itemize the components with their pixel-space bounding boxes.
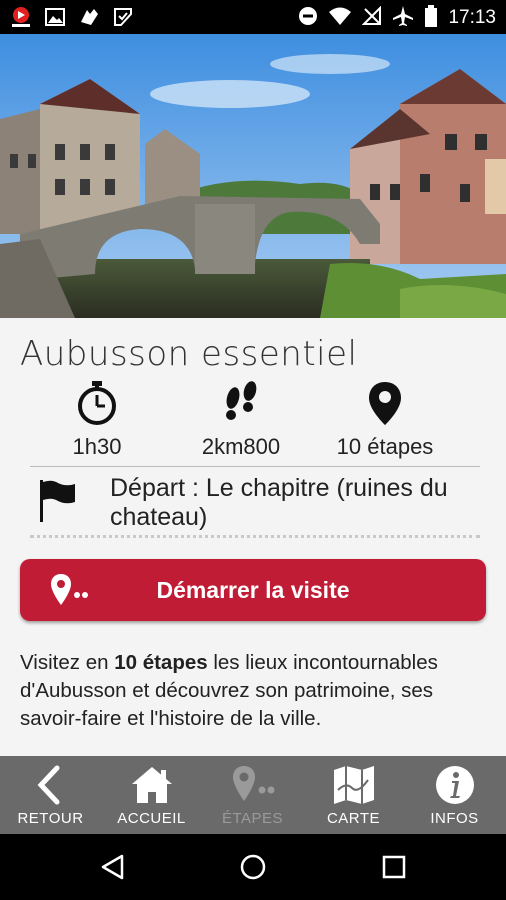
- divider: [30, 466, 480, 467]
- tour-description: Visitez en 10 étapes les lieux incontour…: [20, 649, 490, 733]
- nav-map-label: CARTE: [326, 810, 381, 827]
- nav-map[interactable]: CARTE: [303, 756, 404, 834]
- nav-home[interactable]: ACCUEIL: [101, 756, 202, 834]
- do-not-disturb-icon: [298, 6, 318, 30]
- distance-value: 2km800: [201, 434, 281, 459]
- system-back-icon[interactable]: [100, 854, 126, 884]
- image-icon: [44, 6, 66, 28]
- start-visit-label: Démarrer la visite: [156, 577, 350, 603]
- map-icon: [303, 764, 404, 806]
- duration-value: 1h30: [72, 434, 122, 459]
- system-nav-bar: [0, 834, 506, 900]
- departure-text: Départ : Le chapitre (ruines du chateau): [110, 474, 448, 531]
- page-title: Aubusson essentiel: [20, 334, 358, 374]
- nav-info-label: INFOS: [430, 810, 479, 827]
- start-visit-button[interactable]: Démarrer la visite: [20, 559, 486, 621]
- nav-steps-label: ÉTAPES: [221, 810, 284, 827]
- dotted-divider: [30, 535, 480, 538]
- description-bold: 10 étapes: [114, 651, 208, 674]
- clock: 17:13: [448, 7, 496, 28]
- distance-stat: 2km800: [166, 380, 316, 460]
- stopwatch-icon: [75, 381, 119, 430]
- footsteps-icon: [219, 381, 263, 430]
- nav-info[interactable]: INFOS: [404, 756, 505, 834]
- system-recents-icon[interactable]: [382, 855, 406, 883]
- system-home-icon[interactable]: [240, 854, 266, 884]
- flag-icon: [38, 478, 78, 528]
- home-icon: [101, 764, 202, 806]
- tour-detail: Aubusson essentiel 1h30 2km800 10 étapes…: [0, 318, 506, 756]
- battery-icon: [424, 5, 438, 31]
- info-icon: [404, 764, 505, 806]
- steps-value: 10 étapes: [336, 434, 434, 459]
- check-tag-icon: [112, 6, 134, 28]
- sim-off-icon: [362, 5, 382, 30]
- hero-image: [0, 34, 506, 318]
- wifi-icon: [328, 6, 352, 30]
- sport-shoe-icon: [78, 6, 100, 28]
- duration-stat: 1h30: [22, 380, 172, 460]
- nav-back-label: RETOUR: [17, 810, 84, 827]
- status-bar: 17:13: [0, 0, 506, 34]
- nav-home-label: ACCUEIL: [117, 810, 186, 827]
- steps-stat: 10 étapes: [310, 380, 460, 460]
- back-chevron-icon: [0, 764, 101, 806]
- nav-steps[interactable]: ÉTAPES: [202, 756, 303, 834]
- location-pin-icon: [363, 382, 407, 430]
- airplane-icon: [392, 5, 414, 31]
- video-app-icon: [10, 6, 32, 28]
- bottom-nav: RETOUR ACCUEIL ÉTAPES CARTE INFOS: [0, 756, 506, 834]
- location-dots-icon: [202, 764, 303, 806]
- nav-back[interactable]: RETOUR: [0, 756, 101, 834]
- description-text: Visitez en: [20, 651, 115, 674]
